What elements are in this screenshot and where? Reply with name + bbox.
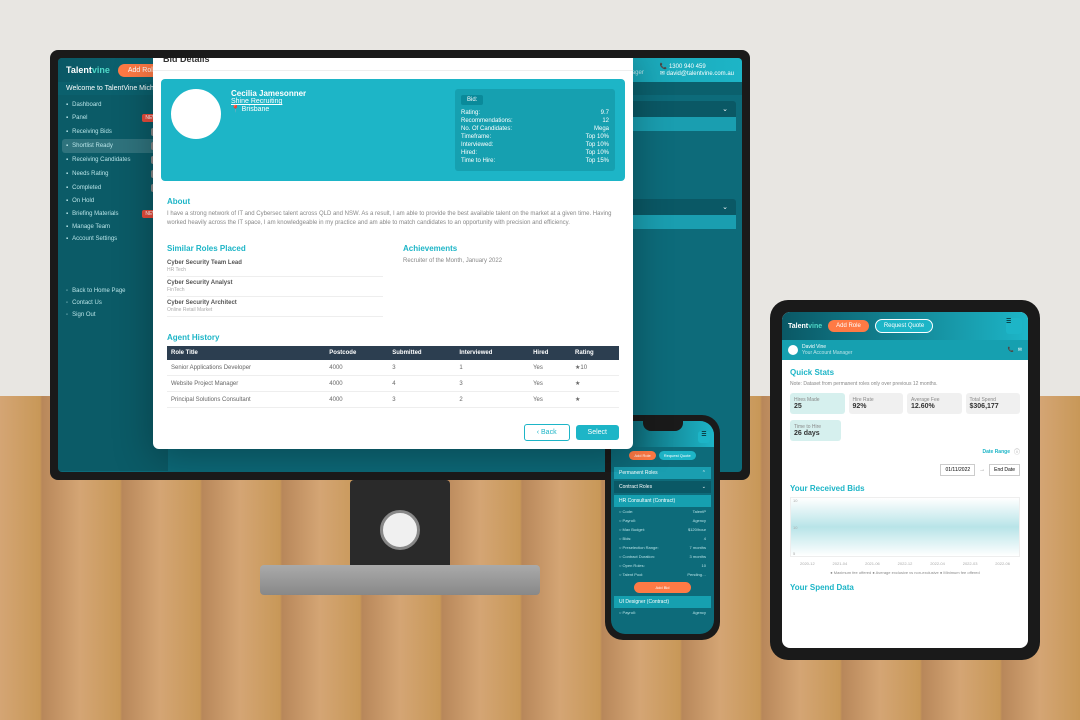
table-header: Rating [571,346,619,360]
bid-stat-row: Timeframe:Top 10% [461,133,609,141]
sidebar-item[interactable]: ▪Account Settings [62,233,164,245]
bid-stat-row: Interviewed:Top 10% [461,141,609,149]
user-role: Your Account Manager [802,350,852,356]
sidebar-item[interactable]: ▪Shortlist Ready4 [62,139,164,153]
table-header: Hired [529,346,571,360]
sidebar-footer-item[interactable]: ◦Sign Out [62,309,164,321]
sidebar-item[interactable]: ▪Manage Team [62,221,164,233]
stat-value: 26 days [794,430,837,437]
request-quote-button[interactable]: Request Quote [659,451,696,460]
sidebar-item[interactable]: ▪Receiving Candidates7 [62,153,164,167]
sidebar-item[interactable]: ▪Needs Rating0 [62,167,164,181]
add-bid-button[interactable]: Add Bid [634,582,691,593]
similar-roles-heading: Similar Roles Placed [167,244,383,253]
user-phone: 📞 1300 940 459 [660,63,734,70]
role-field: ○ Code:TalentP [614,507,711,516]
chevron-down-icon: ⌄ [722,203,728,211]
table-header: Interviewed [455,346,529,360]
sidebar-item[interactable]: ▪Dashboard [62,99,164,111]
recruiter-location: 📍 Brisbane [231,105,306,113]
similar-role-item: Cyber Security Team LeadHR Tech [167,257,383,277]
table-header: Role Title [167,346,325,360]
request-quote-button[interactable]: Request Quote [875,319,933,333]
chevron-down-icon: ⌄ [722,105,728,113]
quick-stats-note: Note: Dataset from permanent roles only … [790,381,1020,387]
bids-chart: 10105 [790,497,1020,557]
bid-details-modal: Bid Details Cecilia Jamesonner Shine Rec… [153,58,633,449]
table-header: Submitted [388,346,455,360]
table-header: Postcode [325,346,388,360]
history-table: Role TitlePostcodeSubmittedInterviewedHi… [167,346,619,408]
bid-stat-row: No. Of Candidates:Mega [461,125,609,133]
recruiter-avatar [171,89,221,139]
add-role-button[interactable]: Add Role [828,320,869,332]
bid-stat-row: Recommendations:12 [461,117,609,125]
role-field: ○ Open Roles:10 [614,561,711,570]
achievements-heading: Achievements [403,244,619,253]
role-field: ○ Bids:4 [614,534,711,543]
select-button[interactable]: Select [576,425,619,440]
email-icon[interactable]: ✉ [1018,347,1022,353]
modal-title: Bid Details [153,58,633,71]
start-date-input[interactable]: 01/11/2022 [940,464,975,476]
sidebar-item[interactable]: ▪Completed2 [62,181,164,195]
sidebar-footer-item[interactable]: ◦Contact Us [62,297,164,309]
back-button[interactable]: ‹ Back [524,424,570,441]
add-role-button[interactable]: Add Role [629,451,655,460]
brand-logo: Talentvine [788,323,822,330]
about-text: I have a strong network of IT and Cybers… [167,210,619,228]
chevron-icon: ⌃ [702,470,706,476]
table-row: Senior Applications Developer400031Yes★1… [167,360,619,376]
sidebar: ▪Dashboard▪PanelNEW▪Receiving Bids5▪Shor… [58,95,168,471]
info-icon[interactable]: ⓘ [1014,447,1020,456]
role-field: ○ Payroll:Agency [614,516,711,525]
brand-logo: Talentvine [66,65,110,75]
role-field: ○ Payroll:Agency [614,608,711,617]
bid-box-title: Bid: [461,95,483,105]
agent-history-heading: Agent History [167,333,619,342]
sidebar-footer-item[interactable]: ◦Back to Home Page [62,285,164,297]
chart-legend: ● Maximum fee offered ● Average exclusiv… [790,570,1020,575]
role-field: ○ Talent Pool:Pending… [614,570,711,579]
stat-card: Hire Rate92% [849,393,904,414]
about-heading: About [167,197,619,206]
role-card[interactable]: HR Consultant (Contract) [614,495,711,507]
role-field: ○ Max Budget:$120/hour [614,525,711,534]
date-range-label: Date Range [982,449,1010,455]
stat-card: Hires Made25 [790,393,845,414]
phone-icon[interactable]: 📞 [1008,347,1014,353]
sidebar-item[interactable]: ▪On Hold [62,195,164,207]
tablet-device: Talentvine Add Role Request Quote ☰ Davi… [770,300,1040,660]
sidebar-item[interactable]: ▪Receiving Bids5 [62,125,164,139]
table-row: Principal Solutions Consultant400032Yes★ [167,392,619,408]
quick-stats-heading: Quick Stats [790,368,1020,377]
bid-stat-row: Time to Hire:Top 15% [461,157,609,165]
user-avatar[interactable] [788,345,798,355]
role-field: ○ Preselection Range:7 months [614,543,711,552]
sidebar-item[interactable]: ▪PanelNEW [62,111,164,125]
recruiter-company[interactable]: Shine Recruiting [231,98,306,105]
end-date-input[interactable]: End Date [989,464,1020,476]
menu-icon[interactable]: ☰ [698,431,710,443]
table-row: Website Project Manager400043Yes★ [167,376,619,392]
received-bids-heading: Your Received Bids [790,484,1020,493]
bid-stat-row: Rating:9.7 [461,109,609,117]
bid-stat-row: Hired:Top 10% [461,149,609,157]
similar-role-item: Cyber Security AnalystFinTech [167,277,383,297]
chevron-icon: ⌄ [702,484,706,490]
role-field: ○ Contract Duration:3 months [614,552,711,561]
menu-icon[interactable]: ☰ [1006,318,1022,334]
stat-card: Average Fee12.60% [907,393,962,414]
contract-roles-header[interactable]: Contract Roles⌄ [614,481,711,493]
similar-role-item: Cyber Security ArchitectOnline Retail Ma… [167,297,383,317]
role-card[interactable]: UI Designer (Contract) [614,596,711,608]
sidebar-item[interactable]: ▪Briefing MaterialsNEW [62,207,164,221]
user-email: ✉ david@talentvine.com.au [660,70,734,77]
recruiter-name: Cecilia Jamesonner [231,89,306,98]
stat-card: Total Spend$306,177 [966,393,1021,414]
spend-data-heading: Your Spend Data [790,583,1020,592]
achievement-text: Recruiter of the Month, January 2022 [403,257,619,266]
permanent-roles-header[interactable]: Permanent Roles⌃ [614,467,711,479]
